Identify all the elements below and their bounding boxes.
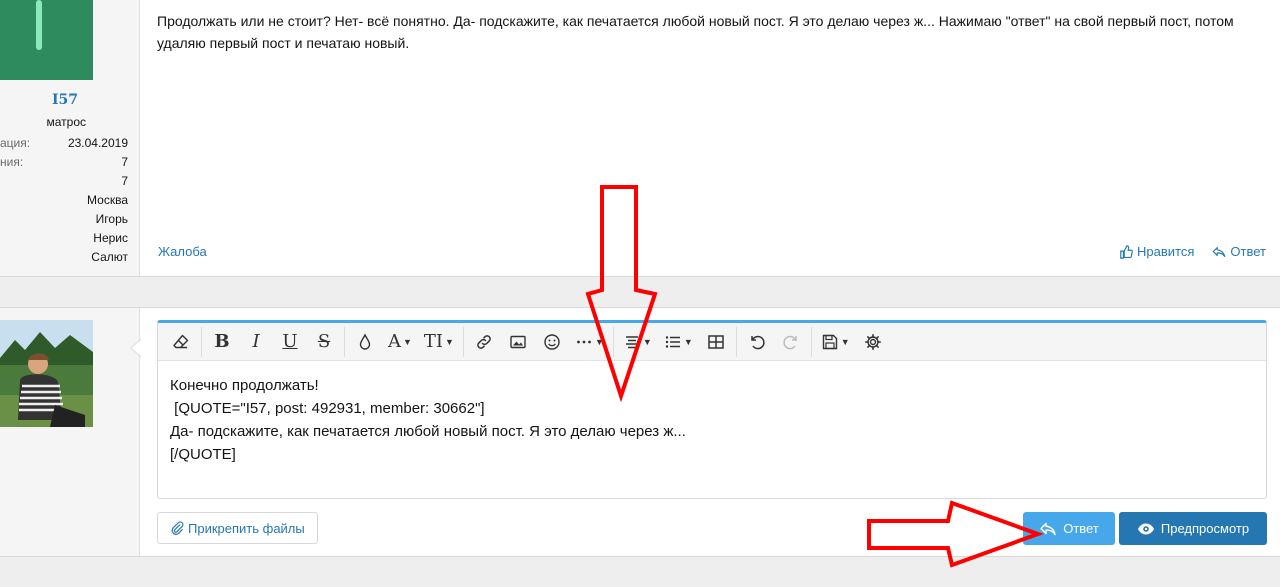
link-icon <box>477 334 491 349</box>
reply-link-label: Ответ <box>1230 244 1266 259</box>
editor-settings-button[interactable] <box>858 327 888 357</box>
editor-toolbar: B I U S A ▼ TI ▼ ▼ ▼ ▼ ▼ <box>158 323 1266 361</box>
user-stat: 7 <box>121 174 128 188</box>
insert-table-button[interactable] <box>701 327 731 357</box>
username-link[interactable]: I57 <box>0 92 78 108</box>
ellipsis-icon <box>577 340 591 343</box>
insert-link-button[interactable] <box>469 327 499 357</box>
more-options-button[interactable]: ▼ <box>571 327 608 357</box>
avatar[interactable] <box>0 320 93 427</box>
align-button[interactable]: ▼ <box>619 327 656 357</box>
editor-textarea[interactable]: Конечно продолжать! [QUOTE="I57, post: 4… <box>158 361 1266 479</box>
insert-image-button[interactable] <box>503 327 533 357</box>
underline-button[interactable]: U <box>275 327 305 357</box>
preview-button[interactable]: Предпросмотр <box>1119 512 1267 545</box>
report-link[interactable]: Жалоба <box>158 244 207 259</box>
post-message: I57 матрос ация: 23.04.2019 ния: 7 7 Москв… <box>0 0 1280 277</box>
preview-label: Предпросмотр <box>1160 521 1250 536</box>
post-body: Продолжать или не стоит? Нет- всё понятн… <box>157 13 1234 51</box>
reply-link[interactable]: Ответ <box>1212 244 1266 259</box>
align-icon <box>625 335 638 348</box>
reply-submit-button[interactable]: Ответ <box>1023 512 1115 545</box>
list-button[interactable]: ▼ <box>660 327 697 357</box>
font-label: A <box>388 331 401 352</box>
user-stat: ация: 23.04.2019 <box>0 136 128 150</box>
reply-user-sidebar <box>0 308 142 556</box>
smile-icon <box>544 333 560 350</box>
image-icon <box>510 335 526 348</box>
font-size-button[interactable]: TI ▼ <box>420 327 458 357</box>
like-button[interactable]: Нравится <box>1119 244 1194 259</box>
like-label: Нравится <box>1137 244 1195 259</box>
redo-icon <box>783 335 797 349</box>
bold-button[interactable]: B <box>207 327 237 357</box>
post-actions: Нравится Ответ <box>1119 244 1266 259</box>
eraser-icon <box>173 334 189 348</box>
drafts-button[interactable]: ▼ <box>817 327 854 357</box>
list-icon <box>665 335 680 348</box>
attach-files-button[interactable]: Прикрепить файлы <box>157 512 318 544</box>
user-stat: Игорь <box>95 212 128 226</box>
avatar[interactable] <box>0 0 93 80</box>
font-size-label: TI <box>423 331 444 352</box>
paperclip-icon <box>171 521 184 535</box>
user-stat: Салют <box>91 250 128 264</box>
gear-icon <box>864 333 881 350</box>
table-icon <box>707 334 724 349</box>
save-icon <box>822 334 837 349</box>
user-stat: Нерис <box>93 231 128 245</box>
undo-button[interactable] <box>742 327 772 357</box>
smilies-button[interactable] <box>537 327 567 357</box>
reply-icon <box>1040 522 1056 535</box>
italic-button[interactable]: I <box>241 327 271 357</box>
quick-reply: B I U S A ▼ TI ▼ ▼ ▼ ▼ ▼ Конечно продолж… <box>0 307 1280 557</box>
font-family-button[interactable]: A ▼ <box>384 327 416 357</box>
user-stat: Москва <box>87 193 128 207</box>
post-user-sidebar: I57 матрос ация: 23.04.2019 ния: 7 7 Москв… <box>0 0 140 276</box>
thumbs-up-icon <box>1120 244 1133 259</box>
remove-format-button[interactable] <box>166 327 196 357</box>
undo-icon <box>750 335 765 349</box>
eye-icon <box>1137 523 1154 534</box>
strikethrough-button[interactable]: S <box>309 327 339 357</box>
attach-files-label: Прикрепить файлы <box>188 520 305 536</box>
redo-button[interactable] <box>776 327 806 357</box>
user-title: матрос <box>46 115 86 129</box>
droplet-icon <box>359 332 371 350</box>
reply-icon <box>1213 246 1226 257</box>
user-stat: ния: 7 <box>0 155 128 169</box>
text-color-button[interactable] <box>350 327 380 357</box>
message-editor[interactable]: B I U S A ▼ TI ▼ ▼ ▼ ▼ ▼ Конечно продолж… <box>157 320 1267 499</box>
reply-submit-label: Ответ <box>1063 521 1099 536</box>
